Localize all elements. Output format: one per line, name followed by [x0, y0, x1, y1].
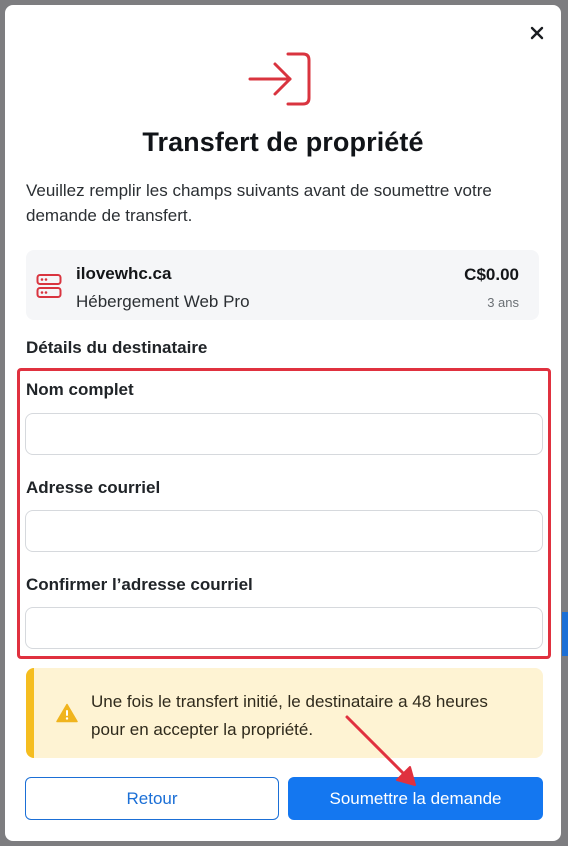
modal-intro: Veuillez remplir les champs suivants ava… — [26, 181, 492, 225]
recipient-section-title: Détails du destinataire — [26, 338, 208, 357]
domain-summary-card: ilovewhc.ca Hébergement Web Pro C$0.00 3… — [26, 250, 539, 320]
server-icon — [36, 274, 62, 298]
notice-accent-bar — [26, 668, 34, 758]
annotation-highlight-box — [17, 368, 551, 659]
submit-request-button[interactable]: Soumettre la demande — [288, 777, 543, 820]
sign-in-arrow-icon — [248, 52, 311, 106]
close-icon — [530, 26, 544, 40]
warning-icon — [56, 703, 78, 723]
transfer-notice: Une fois le transfert initié, le destina… — [26, 668, 543, 758]
domain-price: C$0.00 — [464, 265, 519, 284]
domain-product: Hébergement Web Pro — [76, 292, 250, 311]
notice-text: Une fois le transfert initié, le destina… — [91, 692, 488, 739]
background-page-edge — [562, 612, 568, 656]
modal-title: Transfert de propriété — [142, 127, 424, 157]
close-button[interactable] — [525, 21, 549, 45]
transfer-ownership-modal: Transfert de propriété Veuillez remplir … — [5, 5, 561, 841]
domain-name: ilovewhc.ca — [76, 264, 172, 283]
back-button[interactable]: Retour — [25, 777, 279, 820]
domain-term: 3 ans — [487, 295, 519, 310]
